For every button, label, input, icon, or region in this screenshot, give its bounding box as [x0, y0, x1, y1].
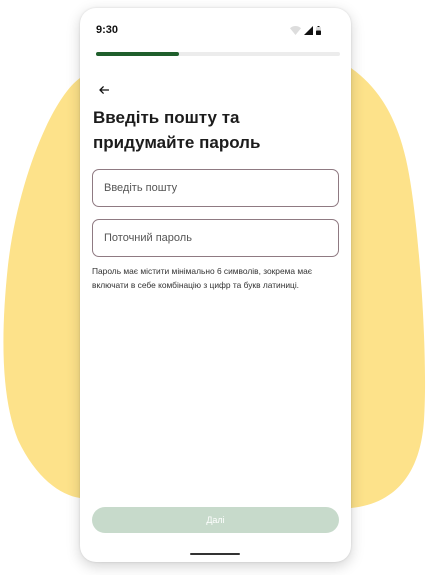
page-title: Введіть пошту та придумайте пароль	[93, 105, 333, 155]
progress-bar	[96, 52, 340, 56]
battery-icon	[316, 26, 321, 35]
email-input[interactable]	[92, 169, 339, 207]
progress-fill	[96, 52, 179, 56]
phone-screen: 9:30 Введіть пошту та придумайте пароль	[80, 8, 351, 562]
status-icons	[290, 26, 321, 35]
page-title-line-1: Введіть пошту та	[93, 108, 240, 127]
status-time: 9:30	[96, 24, 119, 36]
next-button[interactable]: Далі	[92, 507, 339, 533]
password-hint: Пароль має містити мінімально 6 символів…	[92, 266, 313, 290]
password-input[interactable]	[92, 219, 339, 257]
back-button[interactable]	[92, 80, 116, 100]
page-title-line-2: придумайте пароль	[93, 133, 261, 152]
home-indicator	[190, 553, 240, 555]
signal-icon	[304, 26, 313, 35]
arrow-left-icon	[99, 86, 109, 94]
wifi-icon	[290, 26, 301, 35]
status-bar: 9:30	[80, 8, 351, 48]
